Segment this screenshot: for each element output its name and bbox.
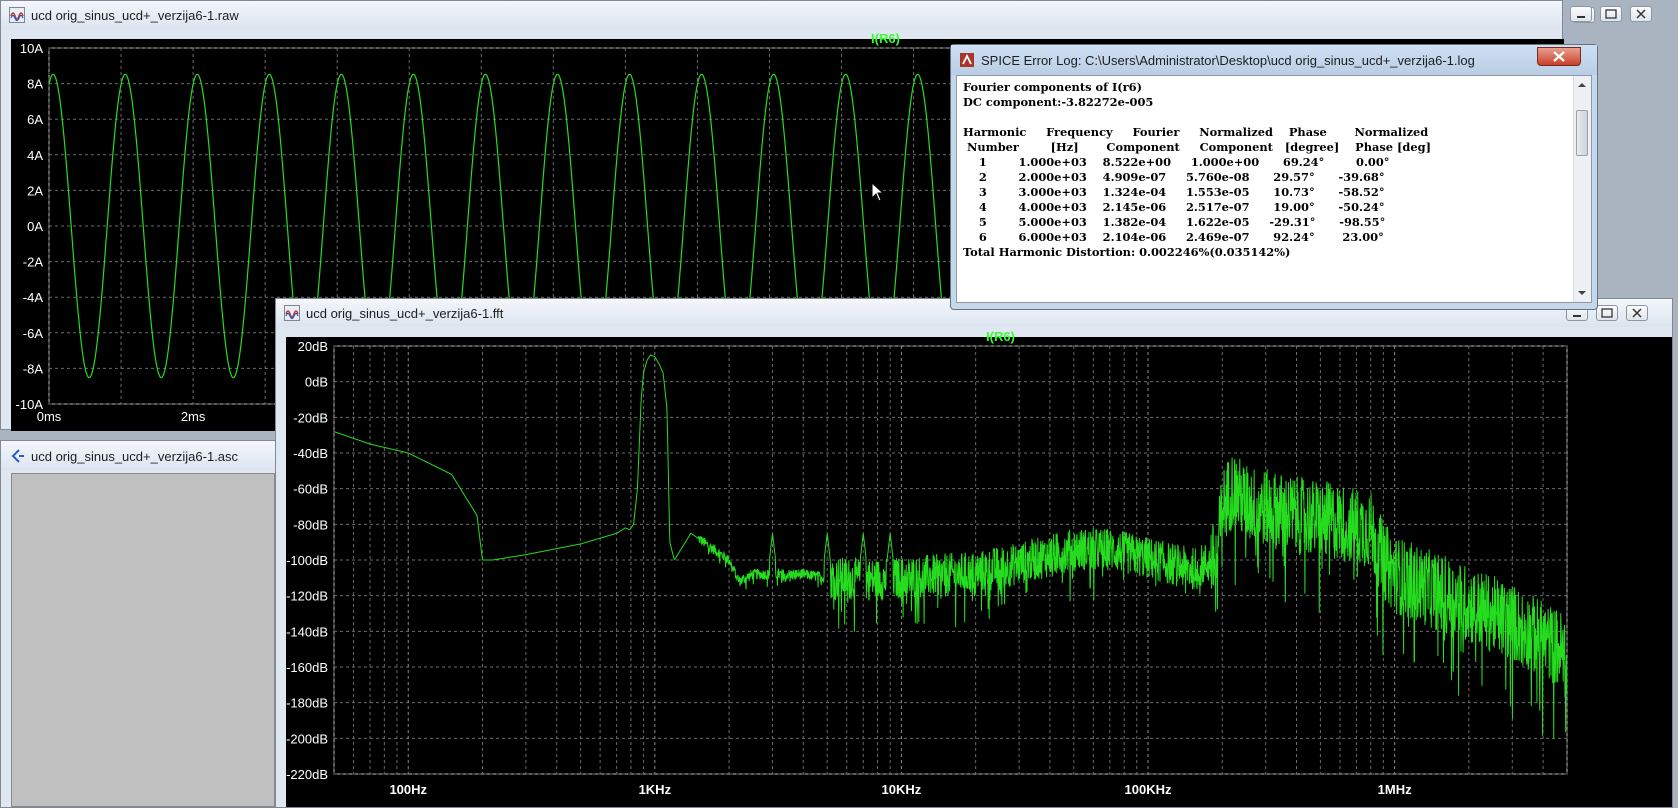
fft-y-tick-label: -220dB: [286, 767, 328, 782]
fft-plot[interactable]: 20dB 0dB -20dB -40dB -60dB -80dB -100dB -120dB -…: [276, 327, 1672, 807]
raw-y-tick-label: 6A: [27, 112, 43, 127]
close-icon: [1553, 51, 1565, 62]
raw-y-tick-label: 0A: [27, 219, 43, 234]
raw-maximize-button[interactable]: [1600, 6, 1622, 22]
raw-close-button[interactable]: [1630, 6, 1652, 22]
restore-icon: [1605, 9, 1617, 19]
mouse-cursor-icon: [871, 182, 885, 202]
raw-trace-title: I(R6): [871, 31, 900, 46]
fft-y-tick-label: -120dB: [286, 589, 328, 604]
fft-y-tick-label: -100dB: [286, 553, 328, 568]
raw-x-tick-label: 2ms: [181, 409, 206, 424]
fft-y-tick-label: -200dB: [286, 731, 328, 746]
raw-y-tick-label: 2A: [27, 183, 43, 198]
waveform-icon: [284, 305, 300, 321]
fft-y-tick-label: -60dB: [293, 482, 328, 497]
asc-window-title: ucd orig_sinus_ucd+_verzija6-1.asc: [31, 448, 239, 464]
fft-x-tick-label: 1KHz: [639, 782, 672, 797]
log-text: Fourier components of I(r6) DC component…: [963, 80, 1431, 259]
fft-x-tick-label: 100KHz: [1125, 782, 1172, 797]
log-window-title: SPICE Error Log: C:\Users\Administrator\…: [981, 52, 1475, 68]
fft-window-title: ucd orig_sinus_ucd+_verzija6-1.fft: [306, 305, 504, 321]
fft-x-tick-label: 1MHz: [1378, 782, 1412, 797]
fft-close-button[interactable]: [1626, 305, 1648, 321]
raw-y-tick-label: -4A: [23, 290, 44, 305]
schematic-icon: [11, 449, 24, 463]
raw-y-tick-label: 4A: [27, 148, 43, 163]
close-icon: [1636, 9, 1646, 19]
log-window-titlebar[interactable]: SPICE Error Log: C:\Users\Administrator\…: [951, 45, 1597, 75]
raw-window-title: ucd orig_sinus_ucd+_verzija6-1.raw: [31, 7, 239, 23]
fft-y-tick-label: -80dB: [293, 517, 328, 532]
fft-trace-title: I(R6): [986, 329, 1015, 344]
raw-minimize-button[interactable]: [1570, 6, 1592, 22]
restore-icon: [1601, 308, 1613, 318]
log-text-area[interactable]: Fourier components of I(r6) DC component…: [956, 75, 1592, 303]
fft-window[interactable]: ucd orig_sinus_ucd+_verzija6-1.fft 20dB 0…: [275, 298, 1673, 808]
raw-y-tick-label: 8A: [27, 77, 43, 92]
fft-x-tick-label: 100Hz: [389, 782, 427, 797]
scrollbar-thumb[interactable]: [1576, 110, 1588, 156]
scroll-down-arrow-icon[interactable]: [1574, 286, 1590, 300]
raw-window-controls: [1570, 6, 1670, 24]
fft-y-tick-label: -180dB: [286, 696, 328, 711]
schematic-canvas[interactable]: [11, 473, 275, 807]
raw-y-tick-label: 10A: [20, 41, 43, 56]
scroll-up-arrow-icon[interactable]: [1574, 78, 1590, 92]
spice-log-icon: [960, 53, 974, 67]
log-vertical-scrollbar[interactable]: [1573, 76, 1591, 302]
fft-y-tick-label: -140dB: [286, 624, 328, 639]
asc-window-titlebar[interactable]: ucd orig_sinus_ucd+_verzija6-1.asc: [1, 441, 275, 471]
raw-y-tick-label: -2A: [23, 255, 44, 270]
fft-y-tick-label: 0dB: [305, 375, 328, 390]
close-icon: [1632, 308, 1642, 318]
raw-y-tick-label: -8A: [23, 361, 44, 376]
log-window[interactable]: SPICE Error Log: C:\Users\Administrator\…: [950, 44, 1598, 310]
fft-y-tick-label: -20dB: [293, 410, 328, 425]
fft-y-tick-label: -40dB: [293, 446, 328, 461]
fft-y-tick-label: 20dB: [298, 339, 328, 354]
log-close-button[interactable]: [1537, 47, 1581, 66]
raw-y-tick-label: -6A: [23, 326, 44, 341]
raw-window-titlebar[interactable]: ucd orig_sinus_ucd+_verzija6-1.raw: [1, 1, 1562, 29]
waveform-icon: [9, 7, 25, 23]
raw-x-tick-label: 0ms: [37, 409, 62, 424]
fft-y-tick-label: -160dB: [286, 660, 328, 675]
asc-window[interactable]: ucd orig_sinus_ucd+_verzija6-1.asc: [0, 440, 276, 808]
fft-x-tick-label: 10KHz: [882, 782, 922, 797]
minimize-icon: [1577, 16, 1585, 18]
fft-maximize-button[interactable]: [1596, 305, 1618, 321]
